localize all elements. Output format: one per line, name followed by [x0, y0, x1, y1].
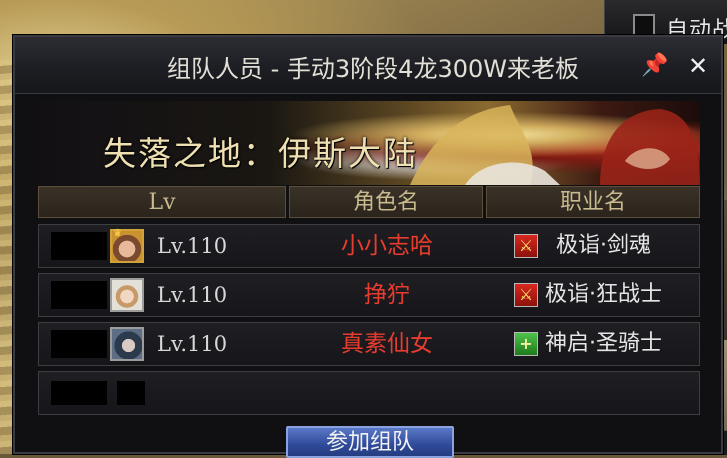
- window-title: 组队人员 - 手动3阶段4龙300W来老板: [167, 55, 579, 83]
- party-member-row[interactable]: ♛ Lv.110 小小志哈 ⚔ 极诣·剑魂: [38, 224, 700, 268]
- join-party-button[interactable]: 参加组队: [286, 426, 454, 458]
- column-header-character-name: 角色名: [289, 186, 483, 218]
- party-member-row[interactable]: Lv.110 挣狞 ⚔ 极诣·狂战士: [38, 273, 700, 317]
- redacted-block: [51, 330, 107, 358]
- member-name: 小小志哈: [341, 233, 433, 259]
- close-icon[interactable]: ✕: [683, 51, 713, 81]
- party-member-row[interactable]: Lv.110 真素仙女 + 神启·圣骑士: [38, 322, 700, 366]
- redacted-block: [51, 281, 107, 309]
- member-job: 极诣·狂战士: [545, 282, 662, 307]
- crown-icon: ♛: [113, 228, 122, 239]
- title-bar[interactable]: 组队人员 - 手动3阶段4龙300W来老板 📌 ✕: [15, 37, 721, 94]
- member-job: 极诣·剑魂: [556, 233, 651, 258]
- member-level: Lv.110: [157, 283, 228, 307]
- redacted-block: [51, 381, 107, 405]
- member-name: 真素仙女: [341, 331, 433, 357]
- pin-icon[interactable]: 📌: [640, 51, 670, 81]
- member-level: Lv.110: [157, 234, 228, 258]
- redacted-block: [117, 381, 145, 405]
- dungeon-banner: 失落之地：伊斯大陆: [38, 101, 700, 185]
- empty-party-slot[interactable]: [38, 371, 700, 415]
- redacted-block: [51, 232, 107, 260]
- column-header-level: Lv: [38, 186, 286, 218]
- dungeon-name: 失落之地：伊斯大陆: [103, 134, 418, 173]
- auto-battle-checkbox[interactable]: [633, 14, 655, 36]
- banner-character-art: [410, 105, 700, 185]
- member-name: 挣狞: [364, 282, 410, 308]
- avatar: [110, 327, 144, 361]
- sword-icon: ⚔: [514, 234, 538, 258]
- party-table-header: Lv 角色名 职业名: [38, 186, 700, 218]
- member-level: Lv.110: [157, 332, 228, 356]
- avatar: [110, 278, 144, 312]
- plus-icon: +: [514, 332, 538, 356]
- sword-icon: ⚔: [514, 283, 538, 307]
- column-header-job-name: 职业名: [486, 186, 700, 218]
- member-job: 神启·圣骑士: [545, 331, 662, 356]
